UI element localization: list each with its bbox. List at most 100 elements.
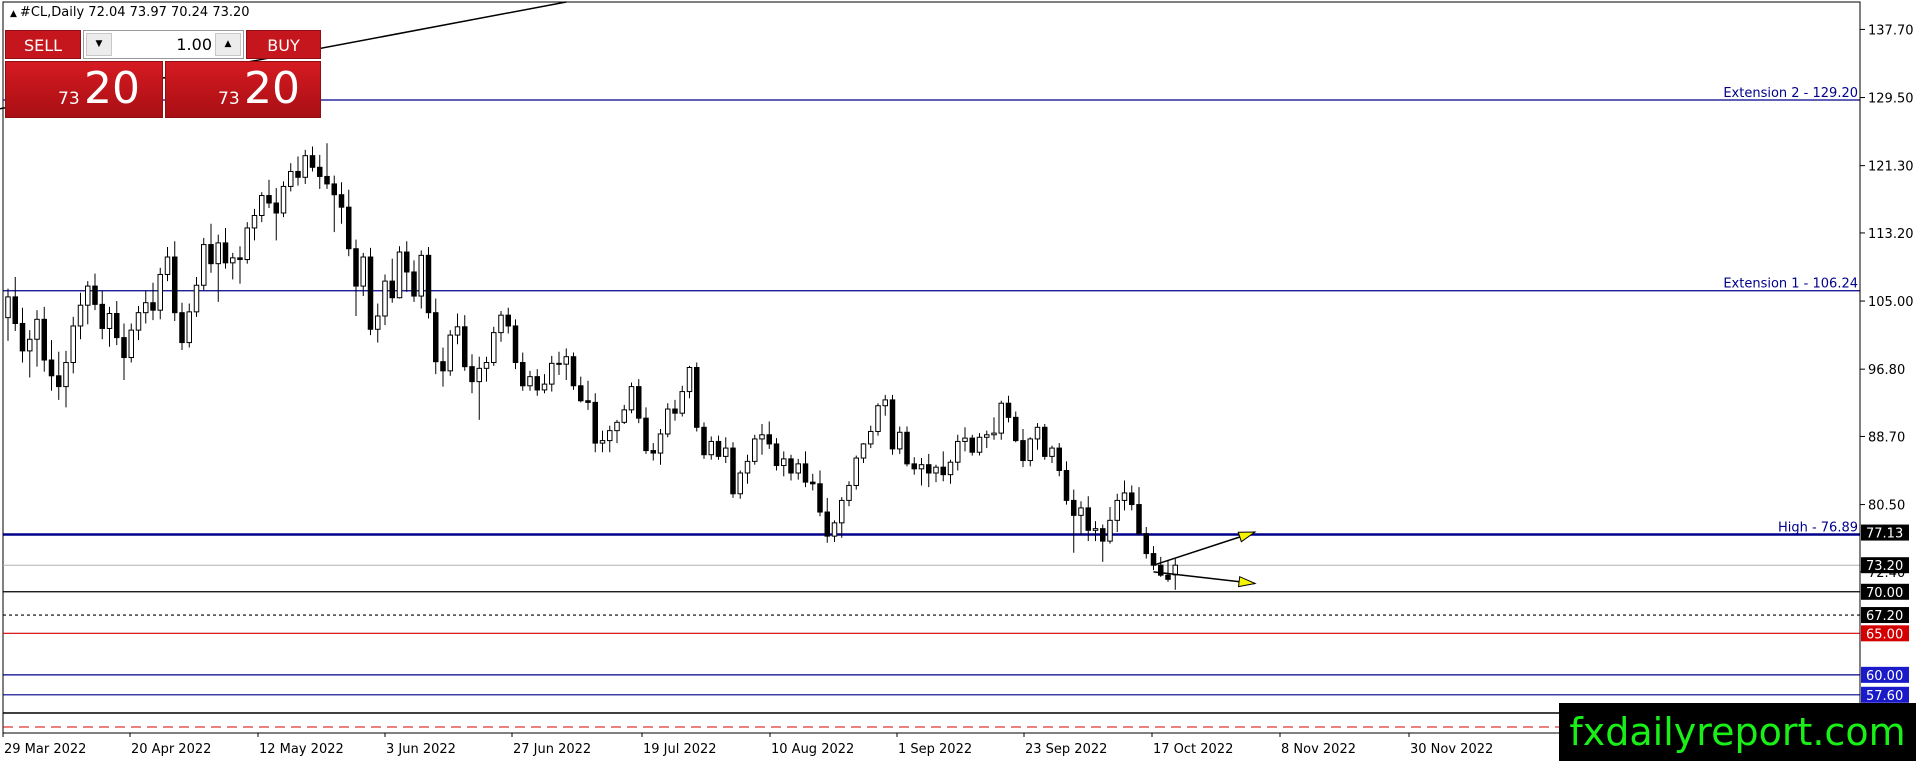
triangle-down-icon[interactable]: ▼	[86, 33, 112, 56]
bull-candle	[933, 466, 939, 474]
x-tick-label: 29 Mar 2022	[4, 742, 86, 757]
bear-candle	[788, 458, 794, 474]
bull-candle	[831, 522, 838, 537]
bull-candle	[396, 251, 403, 299]
bear-candle	[114, 313, 120, 339]
bull-candle	[875, 405, 881, 432]
bull-candle	[621, 409, 627, 423]
x-tick-label: 30 Nov 2022	[1410, 742, 1493, 757]
sell-button[interactable]: SELL	[5, 30, 81, 59]
bull-candle	[251, 214, 258, 229]
bull-candle	[737, 472, 743, 495]
bull-candle	[1034, 426, 1041, 440]
level-label: Extension 1 - 106.24	[1723, 277, 1858, 292]
bear-candle	[824, 511, 830, 537]
bull-candle	[882, 399, 888, 407]
arrow-head-icon	[1237, 575, 1257, 588]
y-tick-label: 121.30	[1868, 160, 1914, 175]
bull-candle	[744, 460, 751, 474]
buy-price-pips: 20	[244, 63, 300, 114]
price-tag-label: 70.00	[1866, 586, 1903, 601]
bull-candle	[157, 273, 163, 311]
x-tick-label: 17 Oct 2022	[1153, 742, 1233, 757]
sell-price-pips: 20	[84, 63, 140, 114]
bear-candle	[636, 386, 642, 419]
bear-candle	[48, 359, 55, 377]
bear-candle	[817, 483, 823, 513]
bull-candle	[63, 362, 69, 388]
bull-candle	[201, 244, 207, 286]
bear-candle	[512, 325, 519, 364]
bull-candle	[164, 256, 171, 275]
x-tick-label: 23 Sep 2022	[1025, 742, 1107, 757]
bear-candle	[969, 437, 975, 453]
x-tick-label: 12 May 2022	[259, 742, 344, 757]
bull-candle	[527, 376, 533, 387]
bull-candle	[382, 280, 388, 317]
bear-candle	[331, 183, 337, 196]
bull-candle	[657, 433, 664, 454]
bull-candle	[5, 296, 11, 319]
bull-candle	[77, 304, 84, 327]
bear-candle	[1150, 553, 1157, 566]
bear-candle	[41, 318, 47, 361]
bull-candle	[541, 383, 548, 391]
bull-candle	[1121, 492, 1128, 501]
bull-candle	[962, 437, 968, 442]
bear-candle	[520, 362, 526, 387]
bull-candle	[128, 329, 134, 359]
bear-candle	[237, 257, 243, 261]
bear-candle	[324, 175, 330, 185]
one-click-trading-panel: SELL ▼ ▲ BUY 73 20 73 20	[5, 30, 321, 118]
bull-candle	[476, 367, 482, 383]
bear-candle	[1071, 499, 1077, 516]
y-tick-label: 105.00	[1868, 295, 1914, 310]
buy-button[interactable]: BUY	[246, 30, 321, 59]
bear-candle	[92, 285, 98, 305]
bull-candle	[498, 314, 504, 334]
bull-candle	[280, 185, 287, 214]
bear-candle	[1056, 447, 1062, 472]
bear-candle	[715, 440, 722, 457]
y-tick-label: 80.50	[1868, 499, 1905, 514]
bull-candle	[723, 447, 729, 457]
bull-candle	[259, 195, 265, 216]
bull-candle	[549, 362, 555, 385]
price-tag-label: 65.00	[1866, 627, 1903, 642]
bear-candle	[425, 254, 432, 314]
triangle-up-icon[interactable]: ▲	[215, 33, 241, 56]
bull-candle	[955, 440, 961, 463]
bull-candle	[976, 436, 983, 453]
bear-candle	[295, 170, 301, 178]
bull-candle	[302, 155, 308, 178]
bull-candle	[839, 499, 845, 524]
bull-candle	[853, 457, 859, 486]
bull-candle	[998, 402, 1004, 434]
bear-candle	[592, 401, 598, 444]
bull-candle	[375, 315, 381, 330]
bull-candle	[454, 326, 461, 336]
bear-candle	[1165, 574, 1171, 580]
buy-price-button[interactable]: 73 20	[165, 61, 321, 118]
bear-candle	[317, 166, 323, 177]
x-tick-label: 3 Jun 2022	[386, 742, 456, 757]
bull-candle	[860, 443, 867, 459]
bull-candle	[947, 461, 954, 476]
bull-candle	[781, 458, 787, 467]
level-label: High - 76.89	[1778, 521, 1858, 536]
symbol-ohlc-text: #CL,Daily 72.04 73.97 70.24 73.20	[19, 5, 250, 20]
bear-candle	[1100, 528, 1106, 542]
bear-candle	[1136, 504, 1142, 535]
bear-candle	[672, 408, 678, 414]
bear-candle	[266, 195, 272, 204]
bull-candle	[759, 434, 765, 440]
sell-price-button[interactable]: 73 20	[5, 61, 163, 118]
bull-candle	[563, 356, 569, 365]
bull-candle	[70, 325, 76, 364]
bull-candle	[85, 285, 91, 306]
lot-size-stepper: ▼ ▲	[83, 30, 244, 59]
arrow-head-icon	[1237, 531, 1257, 543]
lot-size-input[interactable]	[114, 33, 214, 56]
bull-candle	[483, 362, 490, 369]
bear-candle	[121, 337, 127, 359]
